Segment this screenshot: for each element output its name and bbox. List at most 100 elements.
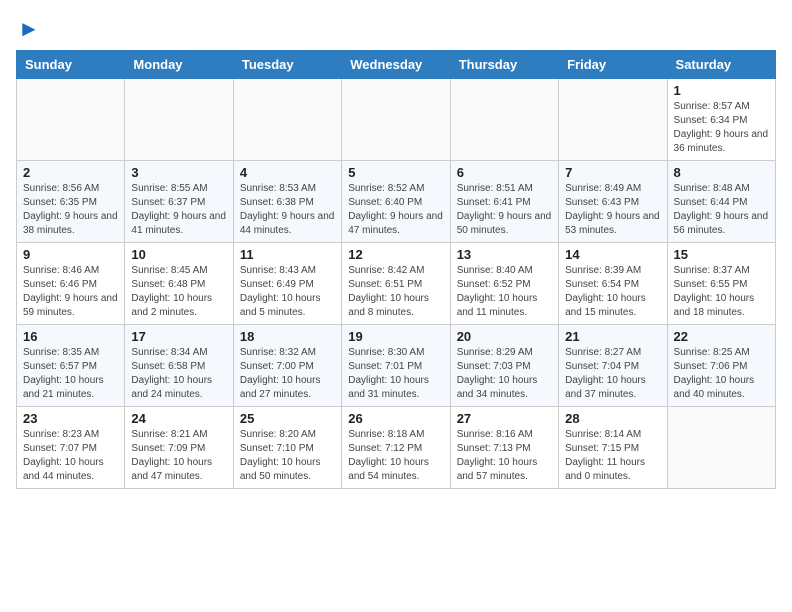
calendar-cell: 10 Sunrise: 8:45 AM Sunset: 6:48 PM Dayli… [125, 243, 233, 325]
calendar-day-header: Friday [559, 51, 667, 79]
day-number: 2 [23, 165, 118, 180]
calendar-cell [125, 79, 233, 161]
calendar-cell: 16 Sunrise: 8:35 AM Sunset: 6:57 PM Dayli… [17, 325, 125, 407]
day-info: Sunrise: 8:21 AM Sunset: 7:09 PM Dayligh… [131, 428, 226, 484]
calendar-cell [667, 407, 775, 489]
day-info: Sunrise: 8:35 AM Sunset: 6:57 PM Dayligh… [23, 346, 118, 402]
day-number: 27 [457, 411, 552, 426]
day-info: Sunrise: 8:45 AM Sunset: 6:48 PM Dayligh… [131, 264, 226, 320]
calendar-cell: 2 Sunrise: 8:56 AM Sunset: 6:35 PM Daylig… [17, 161, 125, 243]
calendar-cell: 13 Sunrise: 8:40 AM Sunset: 6:52 PM Dayli… [450, 243, 558, 325]
calendar-cell [17, 79, 125, 161]
calendar-day-header: Tuesday [233, 51, 341, 79]
day-info: Sunrise: 8:39 AM Sunset: 6:54 PM Dayligh… [565, 264, 660, 320]
calendar-week-row: 1 Sunrise: 8:57 AM Sunset: 6:34 PM Daylig… [17, 79, 776, 161]
day-number: 9 [23, 247, 118, 262]
day-number: 1 [674, 83, 769, 98]
day-info: Sunrise: 8:49 AM Sunset: 6:43 PM Dayligh… [565, 182, 660, 238]
day-number: 15 [674, 247, 769, 262]
calendar-cell: 18 Sunrise: 8:32 AM Sunset: 7:00 PM Dayli… [233, 325, 341, 407]
day-info: Sunrise: 8:23 AM Sunset: 7:07 PM Dayligh… [23, 428, 118, 484]
calendar-cell: 9 Sunrise: 8:46 AM Sunset: 6:46 PM Daylig… [17, 243, 125, 325]
calendar-cell: 28Sunrise: 8:14 AM Sunset: 7:15 PM Dayli… [559, 407, 667, 489]
calendar-cell: 3 Sunrise: 8:55 AM Sunset: 6:37 PM Daylig… [125, 161, 233, 243]
calendar-week-row: 23Sunrise: 8:23 AM Sunset: 7:07 PM Dayli… [17, 407, 776, 489]
calendar-cell: 17 Sunrise: 8:34 AM Sunset: 6:58 PM Dayli… [125, 325, 233, 407]
day-number: 8 [674, 165, 769, 180]
calendar-cell: 27 Sunrise: 8:16 AM Sunset: 7:13 PM Dayli… [450, 407, 558, 489]
day-number: 12 [348, 247, 443, 262]
calendar-cell: 26 Sunrise: 8:18 AM Sunset: 7:12 PM Dayli… [342, 407, 450, 489]
calendar-header-row: SundayMondayTuesdayWednesdayThursdayFrid… [17, 51, 776, 79]
day-number: 11 [240, 247, 335, 262]
calendar-cell: 5 Sunrise: 8:52 AM Sunset: 6:40 PM Daylig… [342, 161, 450, 243]
calendar-day-header: Sunday [17, 51, 125, 79]
calendar-cell: 20 Sunrise: 8:29 AM Sunset: 7:03 PM Dayli… [450, 325, 558, 407]
day-info: Sunrise: 8:32 AM Sunset: 7:00 PM Dayligh… [240, 346, 335, 402]
calendar-cell: 21 Sunrise: 8:27 AM Sunset: 7:04 PM Dayli… [559, 325, 667, 407]
day-number: 7 [565, 165, 660, 180]
calendar-week-row: 9 Sunrise: 8:46 AM Sunset: 6:46 PM Daylig… [17, 243, 776, 325]
calendar-cell: 23Sunrise: 8:23 AM Sunset: 7:07 PM Dayli… [17, 407, 125, 489]
calendar-cell: 8Sunrise: 8:48 AM Sunset: 6:44 PM Daylig… [667, 161, 775, 243]
day-info: Sunrise: 8:14 AM Sunset: 7:15 PM Dayligh… [565, 428, 660, 484]
day-info: Sunrise: 8:37 AM Sunset: 6:55 PM Dayligh… [674, 264, 769, 320]
day-number: 22 [674, 329, 769, 344]
day-info: Sunrise: 8:52 AM Sunset: 6:40 PM Dayligh… [348, 182, 443, 238]
day-info: Sunrise: 8:27 AM Sunset: 7:04 PM Dayligh… [565, 346, 660, 402]
day-number: 26 [348, 411, 443, 426]
header: ► [16, 16, 776, 38]
day-number: 20 [457, 329, 552, 344]
calendar-cell [450, 79, 558, 161]
day-info: Sunrise: 8:40 AM Sunset: 6:52 PM Dayligh… [457, 264, 552, 320]
calendar-cell: 19 Sunrise: 8:30 AM Sunset: 7:01 PM Dayli… [342, 325, 450, 407]
day-number: 25 [240, 411, 335, 426]
calendar-cell: 25 Sunrise: 8:20 AM Sunset: 7:10 PM Dayli… [233, 407, 341, 489]
calendar-cell [342, 79, 450, 161]
day-number: 16 [23, 329, 118, 344]
calendar-cell: 22 Sunrise: 8:25 AM Sunset: 7:06 PM Dayli… [667, 325, 775, 407]
calendar-cell: 24 Sunrise: 8:21 AM Sunset: 7:09 PM Dayli… [125, 407, 233, 489]
day-number: 21 [565, 329, 660, 344]
day-info: Sunrise: 8:20 AM Sunset: 7:10 PM Dayligh… [240, 428, 335, 484]
day-number: 17 [131, 329, 226, 344]
day-info: Sunrise: 8:46 AM Sunset: 6:46 PM Dayligh… [23, 264, 118, 320]
day-number: 24 [131, 411, 226, 426]
calendar-cell: 12Sunrise: 8:42 AM Sunset: 6:51 PM Dayli… [342, 243, 450, 325]
calendar-day-header: Monday [125, 51, 233, 79]
day-info: Sunrise: 8:25 AM Sunset: 7:06 PM Dayligh… [674, 346, 769, 402]
day-number: 5 [348, 165, 443, 180]
day-number: 13 [457, 247, 552, 262]
calendar-cell: 6Sunrise: 8:51 AM Sunset: 6:41 PM Daylig… [450, 161, 558, 243]
calendar-day-header: Thursday [450, 51, 558, 79]
calendar-day-header: Wednesday [342, 51, 450, 79]
day-info: Sunrise: 8:29 AM Sunset: 7:03 PM Dayligh… [457, 346, 552, 402]
day-info: Sunrise: 8:55 AM Sunset: 6:37 PM Dayligh… [131, 182, 226, 238]
day-info: Sunrise: 8:34 AM Sunset: 6:58 PM Dayligh… [131, 346, 226, 402]
calendar-cell: 14 Sunrise: 8:39 AM Sunset: 6:54 PM Dayli… [559, 243, 667, 325]
day-number: 14 [565, 247, 660, 262]
day-info: Sunrise: 8:43 AM Sunset: 6:49 PM Dayligh… [240, 264, 335, 320]
day-number: 10 [131, 247, 226, 262]
calendar-cell: 4Sunrise: 8:53 AM Sunset: 6:38 PM Daylig… [233, 161, 341, 243]
logo: ► [16, 16, 40, 38]
day-info: Sunrise: 8:56 AM Sunset: 6:35 PM Dayligh… [23, 182, 118, 238]
day-info: Sunrise: 8:16 AM Sunset: 7:13 PM Dayligh… [457, 428, 552, 484]
page: ► SundayMondayTuesdayWednesdayThursdayFr… [0, 0, 792, 505]
calendar-cell: 7 Sunrise: 8:49 AM Sunset: 6:43 PM Daylig… [559, 161, 667, 243]
day-info: Sunrise: 8:18 AM Sunset: 7:12 PM Dayligh… [348, 428, 443, 484]
calendar-cell: 11 Sunrise: 8:43 AM Sunset: 6:49 PM Dayli… [233, 243, 341, 325]
day-number: 4 [240, 165, 335, 180]
day-info: Sunrise: 8:30 AM Sunset: 7:01 PM Dayligh… [348, 346, 443, 402]
day-number: 18 [240, 329, 335, 344]
day-number: 3 [131, 165, 226, 180]
calendar-cell [233, 79, 341, 161]
calendar-cell: 15 Sunrise: 8:37 AM Sunset: 6:55 PM Dayli… [667, 243, 775, 325]
calendar-day-header: Saturday [667, 51, 775, 79]
day-number: 19 [348, 329, 443, 344]
calendar-cell [559, 79, 667, 161]
day-info: Sunrise: 8:57 AM Sunset: 6:34 PM Dayligh… [674, 100, 769, 156]
calendar-week-row: 2 Sunrise: 8:56 AM Sunset: 6:35 PM Daylig… [17, 161, 776, 243]
logo-icon: ► [18, 16, 40, 42]
calendar-week-row: 16 Sunrise: 8:35 AM Sunset: 6:57 PM Dayli… [17, 325, 776, 407]
